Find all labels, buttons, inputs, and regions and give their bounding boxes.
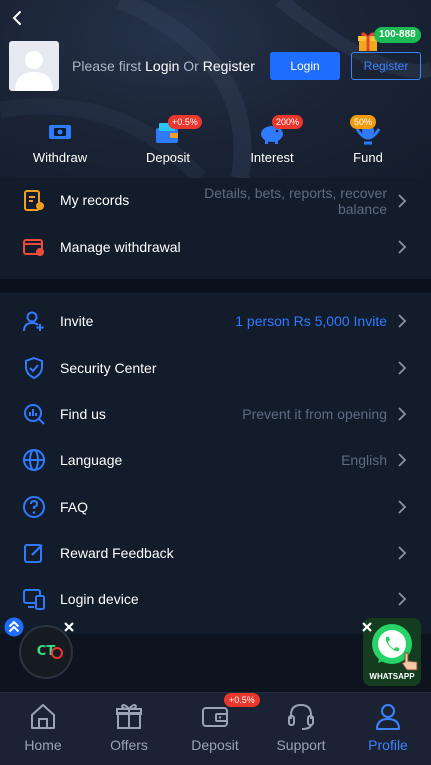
chevron-right-icon: [398, 407, 407, 421]
menu-item-reward-feedback[interactable]: Reward Feedback: [0, 530, 431, 576]
manage-withdrawal-label: Manage withdrawal: [60, 239, 181, 255]
chevron-right-icon: [398, 314, 407, 328]
scroll-top-icon[interactable]: [4, 617, 24, 637]
menu-item-invite[interactable]: Invite 1 person Rs 5,000 Invite: [0, 298, 431, 344]
shield-icon: [25, 356, 43, 380]
tab-profile[interactable]: Profile: [345, 693, 431, 765]
withdrawal-card-icon: [23, 239, 44, 256]
menu-item-label: Language: [60, 452, 123, 468]
avatar[interactable]: [9, 41, 59, 91]
menu-item-language[interactable]: Language English: [0, 437, 431, 483]
login-button[interactable]: Login: [270, 52, 340, 80]
my-records-description-line1: Details, bets, reports, recover: [204, 185, 387, 201]
wallet-icon: [202, 707, 228, 727]
my-records-row[interactable]: My records Details, bets, reports, recov…: [0, 178, 431, 224]
deposit-bonus-badge: +0.5%: [168, 115, 202, 129]
user-icon: [376, 704, 400, 730]
chevron-right-icon: [398, 546, 407, 560]
login-prompt-or: Or: [179, 58, 203, 74]
withdraw-icon: [49, 125, 71, 139]
close-whatsapp-icon[interactable]: [360, 620, 374, 634]
withdraw-label: Withdraw: [32, 150, 88, 165]
close-promo-icon[interactable]: [62, 620, 76, 634]
menu-item-label: Reward Feedback: [60, 545, 174, 561]
current-language: English: [341, 452, 387, 468]
menu-item-label: Find us: [60, 406, 106, 422]
settings-menu: Invite 1 person Rs 5,000 Invite Security…: [0, 293, 431, 634]
section-divider: [0, 279, 431, 293]
menu-item-label: Invite: [60, 313, 94, 329]
tab-deposit[interactable]: +0.5% Deposit: [172, 693, 260, 765]
question-icon: [23, 496, 45, 518]
profile-header: Please first Login Or Register Login Reg…: [0, 0, 431, 178]
chevron-right-icon: [398, 194, 407, 208]
login-link[interactable]: Login: [145, 58, 179, 74]
fund-label: Fund: [353, 150, 383, 165]
promo-logo-text: CT: [36, 644, 56, 659]
interest-label: Interest: [250, 150, 294, 165]
whatsapp-label: WHATSAPP: [369, 672, 415, 681]
menu-item-find-us[interactable]: Find us Prevent it from opening: [0, 391, 431, 437]
menu-item-label: Login device: [60, 591, 139, 607]
globe-icon: [23, 449, 45, 471]
chevron-right-icon: [398, 361, 407, 375]
default-avatar-icon: [15, 51, 53, 91]
chevron-right-icon: [398, 500, 407, 514]
chevron-right-icon: [398, 240, 407, 254]
tab-label: Home: [24, 737, 62, 753]
interest-rate-badge: 200%: [272, 115, 304, 129]
invite-user-icon: [23, 311, 44, 332]
promo-logo-mark: [51, 647, 63, 659]
withdraw-action[interactable]: Withdraw: [20, 115, 100, 175]
find-us-hint: Prevent it from opening: [242, 406, 387, 422]
menu-item-faq[interactable]: FAQ: [0, 484, 431, 530]
interest-action[interactable]: 200% Interest: [232, 115, 312, 175]
login-prompt: Please first Login Or Register: [72, 58, 255, 74]
device-icon: [23, 589, 45, 610]
tab-label: Support: [276, 737, 326, 753]
home-icon: [31, 704, 55, 729]
find-us-icon: [24, 404, 45, 425]
tab-support[interactable]: Support: [258, 693, 344, 765]
gift-reward-badge: 100-888: [374, 27, 421, 43]
register-link[interactable]: Register: [203, 58, 255, 74]
chevron-right-icon: [398, 592, 407, 606]
invite-reward-text: 1 person Rs 5,000 Invite: [235, 313, 387, 329]
pointer-hand-icon: [401, 652, 418, 671]
edit-icon: [24, 544, 43, 563]
my-records-label: My records: [60, 192, 130, 208]
fund-action[interactable]: 50% Fund: [328, 115, 408, 175]
headset-icon: [288, 703, 314, 730]
tab-label: Profile: [368, 737, 408, 753]
tab-home[interactable]: Home: [0, 693, 86, 765]
menu-item-login-device[interactable]: Login device: [0, 576, 431, 622]
fund-rate-badge: 50%: [350, 115, 377, 129]
deposit-action[interactable]: +0.5% Deposit: [128, 115, 208, 175]
tab-label: Deposit: [191, 737, 239, 753]
menu-item-security-center[interactable]: Security Center: [0, 345, 431, 391]
deposit-tab-badge: +0.5%: [224, 693, 260, 707]
records-section: My records Details, bets, reports, recov…: [0, 178, 431, 279]
my-records-description-line2: balance: [337, 201, 387, 217]
login-prompt-prefix: Please first: [72, 58, 146, 74]
menu-item-label: FAQ: [60, 499, 89, 515]
bottom-tab-bar: Home Offers +0.5% Deposit Support Profil…: [0, 692, 431, 765]
deposit-label: Deposit: [145, 150, 191, 165]
back-arrow-icon[interactable]: [8, 8, 28, 28]
chevron-right-icon: [398, 453, 407, 467]
tab-label: Offers: [110, 737, 148, 753]
my-records-description: Details, bets, reports, recover balance: [204, 185, 387, 217]
gift-icon: [116, 704, 142, 729]
tab-offers[interactable]: Offers: [86, 693, 172, 765]
manage-withdrawal-row[interactable]: Manage withdrawal: [0, 224, 431, 270]
records-icon: [24, 190, 44, 211]
register-button[interactable]: Register: [351, 52, 421, 80]
menu-item-label: Security Center: [60, 360, 157, 376]
